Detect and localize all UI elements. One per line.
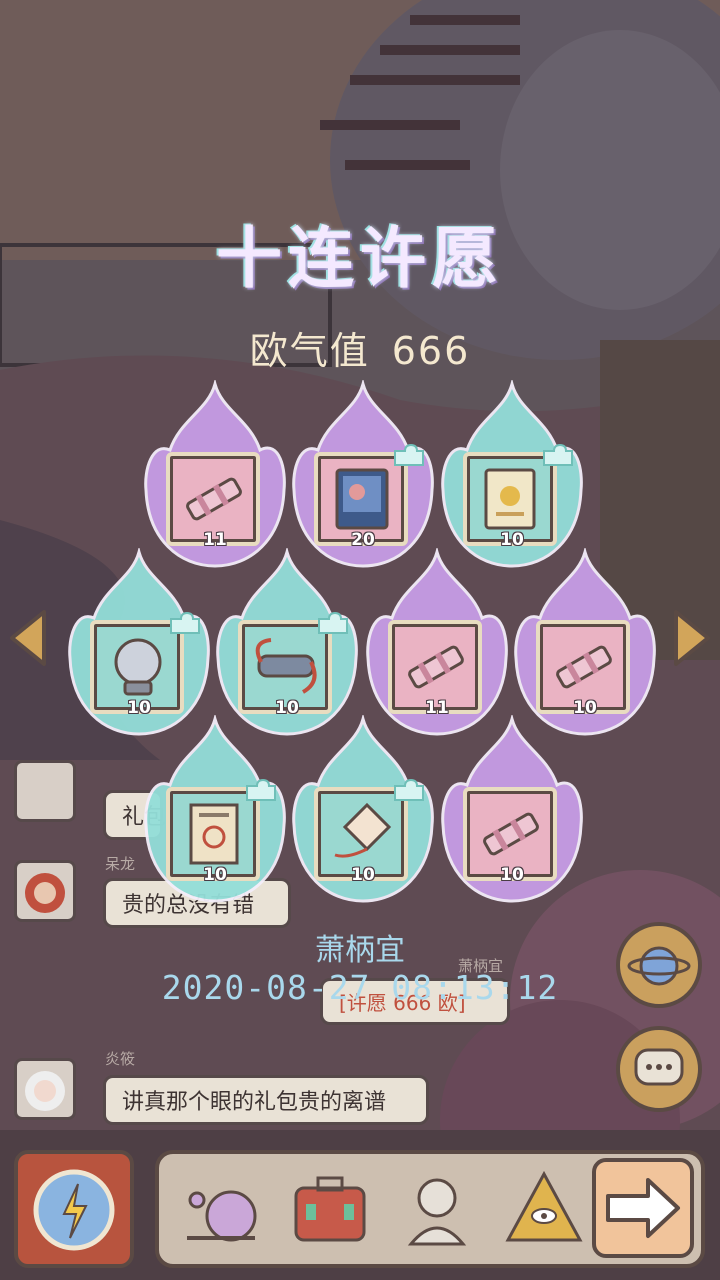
wish-item-3[interactable]: 10 xyxy=(437,380,587,570)
item-count: 10 xyxy=(203,865,227,885)
item-count: 11 xyxy=(203,530,227,550)
wish-item-8[interactable]: 10 xyxy=(140,715,290,905)
luck-value: 666 xyxy=(391,329,471,373)
chat-avatar-4[interactable] xyxy=(14,1058,76,1120)
next-arrow-icon[interactable] xyxy=(670,608,714,668)
luck-value-label: 欧气值 666 xyxy=(0,320,720,375)
luck-label: 欧气值 xyxy=(249,329,370,373)
snail-icon xyxy=(187,1190,257,1242)
compass-button[interactable] xyxy=(14,1150,134,1268)
chat-name-4: 炎筱 xyxy=(105,1050,136,1068)
eye-pyramid-icon xyxy=(505,1170,583,1242)
ten-wish-title: 十连许愿 xyxy=(216,220,504,297)
suitcase-button[interactable] xyxy=(282,1160,378,1256)
wish-timestamp: 2020-08-27 08:13:12 xyxy=(161,968,559,1007)
chat-button[interactable] xyxy=(616,1026,702,1112)
item-count: 10 xyxy=(500,530,524,550)
planet-button[interactable] xyxy=(616,922,702,1008)
wish-item-1[interactable]: 11 xyxy=(140,380,290,570)
puzzle-badge-icon xyxy=(543,443,573,466)
wish-item-2[interactable]: 20 xyxy=(288,380,438,570)
chat-avatar-1[interactable] xyxy=(14,760,76,822)
item-count: 10 xyxy=(351,865,375,885)
puzzle-badge-icon xyxy=(318,611,348,634)
compass-icon xyxy=(33,1169,115,1251)
wish-item-9[interactable]: 10 xyxy=(288,715,438,905)
puzzle-badge-icon xyxy=(246,778,276,801)
bust-statue-icon xyxy=(407,1178,467,1246)
puzzle-badge-icon xyxy=(170,611,200,634)
wish-item-6[interactable]: 11 xyxy=(362,548,512,738)
wish-item-4[interactable]: 10 xyxy=(64,548,214,738)
snail-button[interactable] xyxy=(175,1160,271,1256)
puzzle-badge-icon xyxy=(394,778,424,801)
chat-name-2: 呆龙 xyxy=(105,855,136,873)
wish-item-7[interactable]: 10 xyxy=(510,548,660,738)
wish-item-10[interactable]: 10 xyxy=(437,715,587,905)
suitcase-icon xyxy=(294,1176,366,1242)
pyramid-button[interactable] xyxy=(496,1160,592,1256)
chat-bubble-icon xyxy=(634,1048,684,1086)
planet-icon xyxy=(627,946,691,986)
statue-button[interactable] xyxy=(389,1160,485,1256)
wish-item-5[interactable]: 10 xyxy=(212,548,362,738)
chat-bubble-4: 讲真那个眼的礼包贵的离谱 xyxy=(103,1075,429,1125)
puzzle-badge-icon xyxy=(394,443,424,466)
chat-avatar-2[interactable] xyxy=(14,860,76,922)
player-name: 萧柄宜 xyxy=(315,933,405,968)
arrow-right-icon xyxy=(606,1178,680,1238)
next-page-button[interactable] xyxy=(592,1158,694,1258)
previous-arrow-icon[interactable] xyxy=(6,608,50,668)
item-count: 20 xyxy=(351,530,375,550)
item-count: 10 xyxy=(500,865,524,885)
